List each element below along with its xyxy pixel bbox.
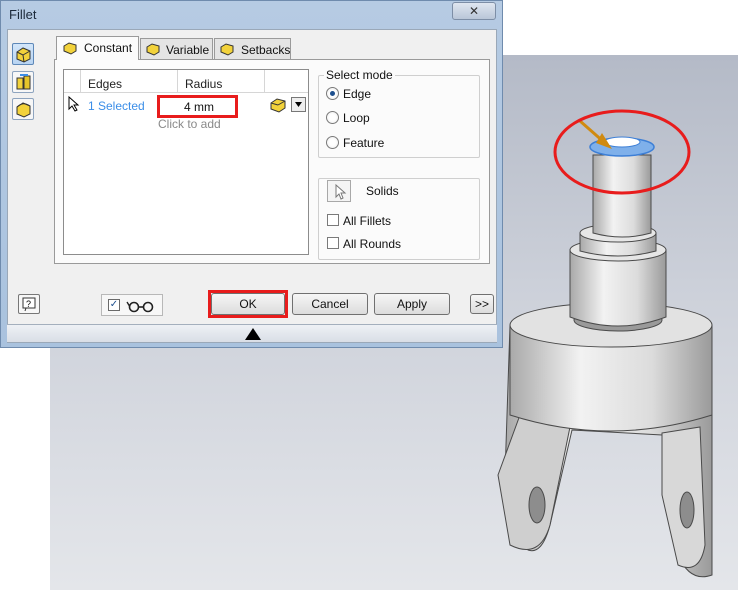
header-divider <box>64 92 308 93</box>
help-button[interactable]: ? <box>18 294 40 314</box>
feature-radio-label[interactable]: Feature <box>343 136 384 150</box>
cursor-arrow-icon <box>335 183 347 200</box>
tab-constant[interactable]: Constant <box>56 36 139 60</box>
select-mode-title: Select mode <box>324 68 395 82</box>
all-rounds-label[interactable]: All Rounds <box>343 237 401 251</box>
feature-radio[interactable] <box>326 136 339 149</box>
ok-button[interactable]: OK <box>211 293 285 315</box>
glasses-preview-icon <box>126 301 154 313</box>
selected-edges-link[interactable]: 1 Selected <box>88 99 145 113</box>
preview-control: ✓ <box>101 294 163 316</box>
face-fillet-icon <box>16 74 31 90</box>
tab-setbacks[interactable]: Setbacks <box>214 38 291 59</box>
constant-tab-icon <box>63 42 77 55</box>
row-pointer-icon <box>68 96 80 112</box>
fillet-options-dropdown[interactable] <box>291 97 306 112</box>
all-rounds-checkbox[interactable] <box>327 237 339 249</box>
preview-checkbox[interactable]: ✓ <box>108 299 120 311</box>
tab-setbacks-label: Setbacks <box>241 43 291 57</box>
collapse-arrow-icon[interactable] <box>244 328 262 340</box>
radius-value: 4 mm <box>184 100 214 114</box>
close-button[interactable]: ✕ <box>452 2 496 20</box>
title-bar[interactable]: Fillet ✕ <box>1 1 502 29</box>
chevron-down-icon <box>295 102 302 107</box>
apply-button[interactable]: Apply <box>374 293 450 315</box>
full-round-fillet-mode-button[interactable] <box>12 98 34 120</box>
tab-constant-label: Constant <box>84 41 133 55</box>
face-fillet-mode-button[interactable] <box>12 71 34 93</box>
edge-radio[interactable] <box>326 87 339 100</box>
column-separator <box>264 70 265 92</box>
fillet-edge-icon <box>16 47 31 63</box>
solids-select-button[interactable] <box>327 180 351 202</box>
svg-text:?: ? <box>26 299 31 309</box>
tab-variable[interactable]: Variable <box>140 38 213 59</box>
column-separator <box>80 70 81 92</box>
edge-fillet-mode-button[interactable] <box>12 43 34 65</box>
tab-variable-label: Variable <box>166 43 210 57</box>
help-icon: ? <box>22 297 36 312</box>
edge-radio-label[interactable]: Edge <box>343 87 371 101</box>
dialog-title: Fillet <box>9 7 37 22</box>
all-fillets-checkbox[interactable] <box>327 214 339 226</box>
setbacks-tab-icon <box>220 43 234 56</box>
column-separator <box>177 70 178 92</box>
solids-label: Solids <box>366 184 399 198</box>
fillet-feature-icon[interactable] <box>270 97 288 113</box>
edges-column-header[interactable]: Edges <box>88 77 122 99</box>
full-round-icon <box>16 102 31 118</box>
all-fillets-label[interactable]: All Fillets <box>343 214 391 228</box>
loop-radio-label[interactable]: Loop <box>343 111 370 125</box>
loop-radio[interactable] <box>326 111 339 124</box>
click-to-add-hint[interactable]: Click to add <box>158 117 221 131</box>
radius-input[interactable]: 4 mm <box>157 95 238 118</box>
expand-button[interactable]: >> <box>470 294 494 314</box>
cancel-button[interactable]: Cancel <box>292 293 368 315</box>
variable-tab-icon <box>146 43 160 56</box>
dialog-bottom-bar <box>7 324 497 342</box>
